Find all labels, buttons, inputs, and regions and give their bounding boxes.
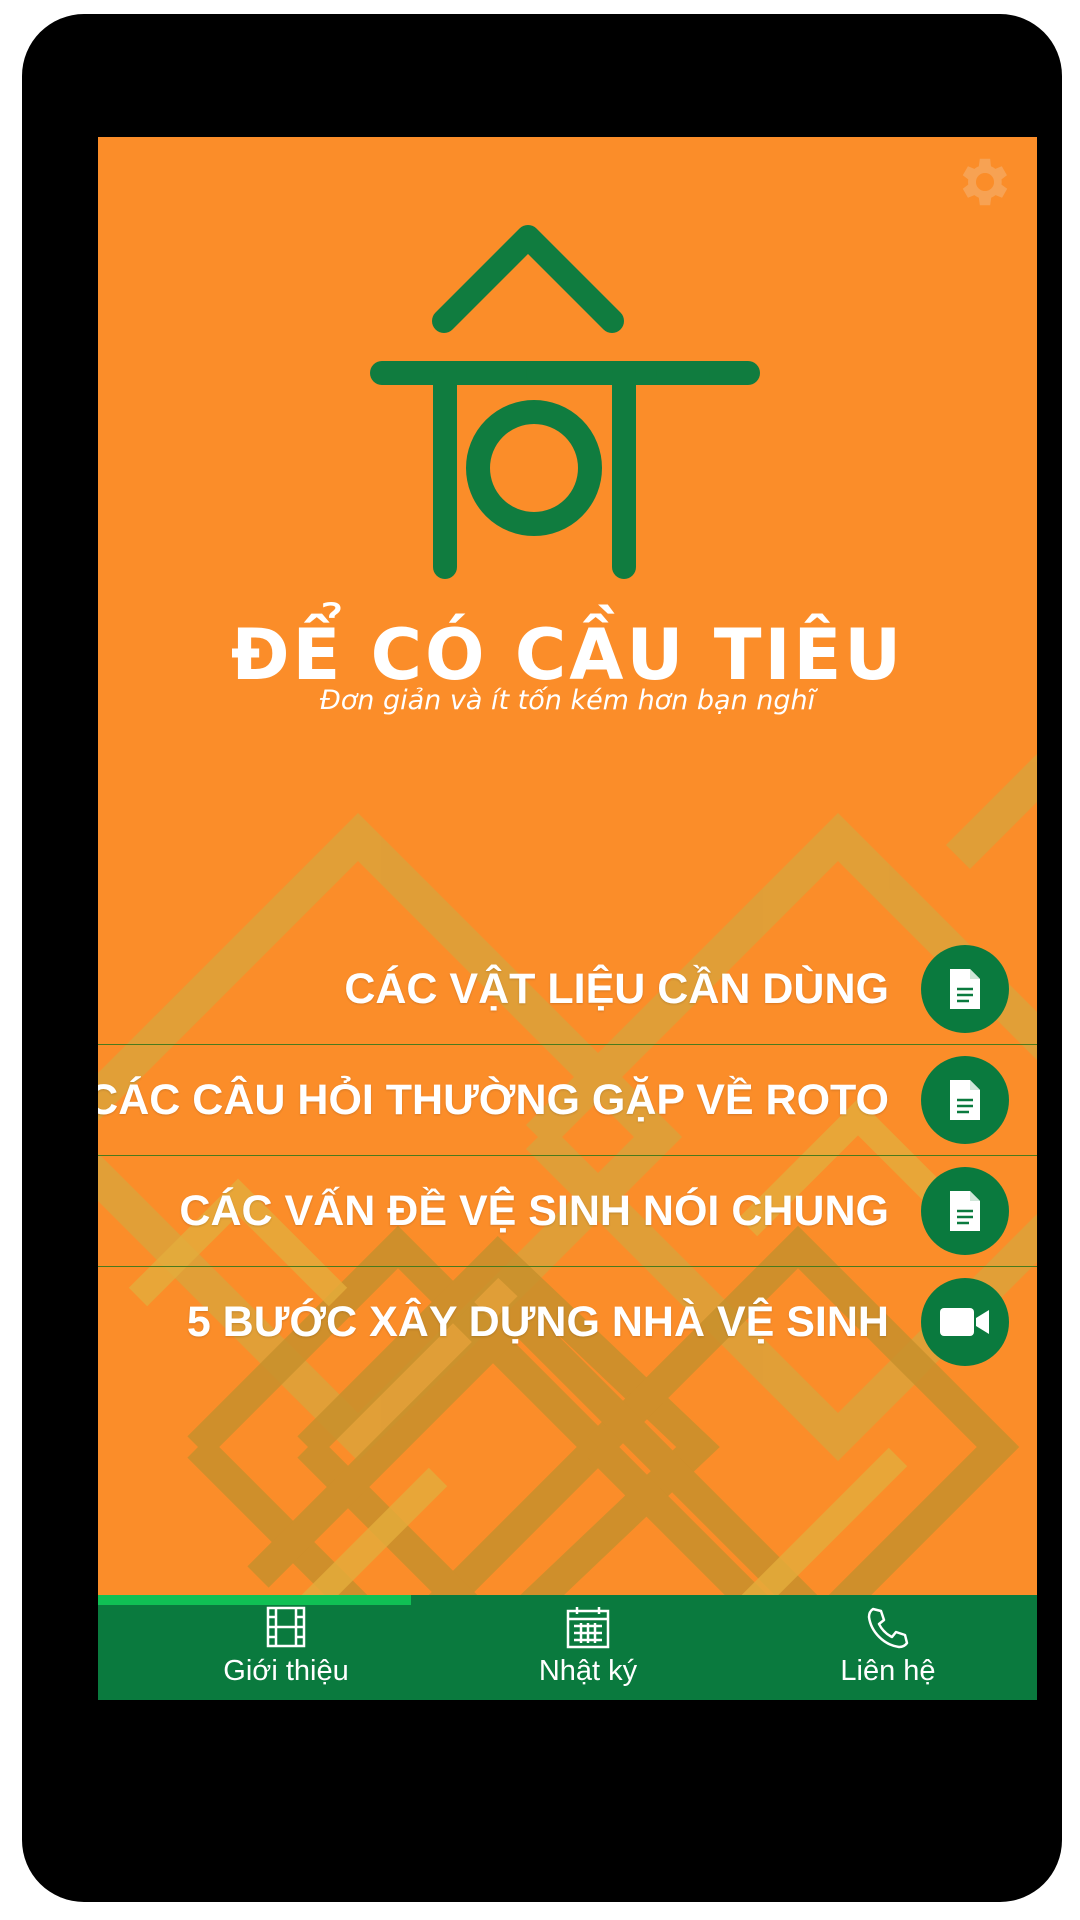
video-button[interactable] (921, 1278, 1009, 1366)
menu-item-label: CÁC VẬT LIỆU CẦN DÙNG (344, 964, 889, 1013)
menu-item-materials[interactable]: CÁC VẬT LIỆU CẦN DÙNG (98, 934, 1037, 1045)
menu-item-label: CÁC CÂU HỎI THƯỜNG GẶP VỀ ROTO (98, 1075, 889, 1124)
phone-frame: ĐỂ CÓ CẦU TIÊU Đơn giản và ít tốn kém hơ… (22, 14, 1062, 1902)
tab-progress-fill (98, 1595, 411, 1605)
app-screen: ĐỂ CÓ CẦU TIÊU Đơn giản và ít tốn kém hơ… (98, 137, 1037, 1700)
tab-label: Nhật ký (538, 1655, 638, 1687)
tab-label: Giới thiệu (223, 1655, 349, 1687)
brand-subtitle: Đơn giản và ít tốn kém hơn bạn nghĩ (319, 685, 816, 716)
brand-logo (370, 225, 760, 579)
tab-gioi-thieu[interactable]: Giới thiệu (186, 1605, 386, 1700)
tab-label: Liên hệ (840, 1655, 936, 1687)
tab-lien-he[interactable]: Liên hệ (788, 1605, 988, 1700)
bottom-tab-bar: Giới thiệu Nhật ký Liên hệ (98, 1595, 1037, 1700)
menu-item-sanitation[interactable]: CÁC VẤN ĐỀ VỆ SINH NÓI CHUNG (98, 1156, 1037, 1267)
gear-icon[interactable] (954, 151, 1016, 213)
menu-item-roto-faq[interactable]: CÁC CÂU HỎI THƯỜNG GẶP VỀ ROTO (98, 1045, 1037, 1156)
video-icon (940, 1308, 989, 1336)
brand-title: ĐỂ CÓ CẦU TIÊU (230, 614, 905, 696)
menu-item-label: CÁC VẤN ĐỀ VỆ SINH NÓI CHUNG (179, 1186, 889, 1235)
document-icon (950, 969, 980, 1009)
menu-item-build-steps[interactable]: 5 BƯỚC XÂY DỰNG NHÀ VỆ SINH (98, 1267, 1037, 1377)
document-button[interactable] (921, 1056, 1009, 1144)
film-icon (266, 1606, 306, 1648)
menu-item-label: 5 BƯỚC XÂY DỰNG NHÀ VỆ SINH (186, 1297, 889, 1346)
document-button[interactable] (921, 1167, 1009, 1255)
tab-progress-bar (98, 1595, 1037, 1605)
document-icon (950, 1080, 980, 1120)
phone-icon (867, 1607, 909, 1649)
document-icon (950, 1191, 980, 1231)
tab-nhat-ky[interactable]: Nhật ký (488, 1605, 688, 1700)
calendar-icon (566, 1607, 610, 1649)
main-menu: CÁC VẬT LIỆU CẦN DÙNG CÁC CÂU HỎI THƯỜNG… (98, 934, 1037, 1377)
document-button[interactable] (921, 945, 1009, 1033)
